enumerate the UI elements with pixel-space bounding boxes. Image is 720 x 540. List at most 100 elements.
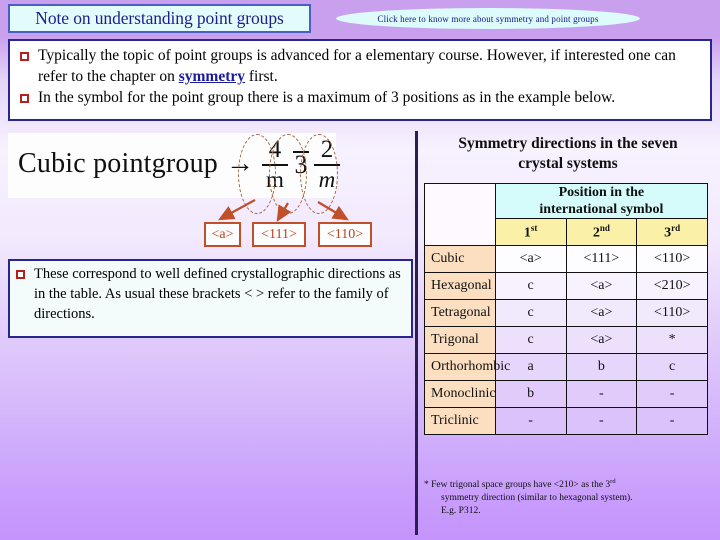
bullet-text: Typically the topic of point groups is a… <box>38 45 704 87</box>
cell-trigonal-2nd: <a> <box>565 326 638 354</box>
table-corner-blank <box>424 183 496 246</box>
cell-hexagonal-3rd: <210> <box>636 272 708 300</box>
footnote-ordinal-sup: rd <box>610 478 616 485</box>
slide-canvas: Note on understanding point groups Click… <box>0 0 720 540</box>
bullet-text-post: first. <box>245 68 278 85</box>
formula-position-1: 4 m <box>261 136 288 192</box>
list-item: These correspond to well defined crystal… <box>12 264 407 324</box>
cell-trigonal-3rd: * <box>636 326 708 354</box>
arrow-to-111 <box>276 202 292 222</box>
direction-box-a-label: <a> <box>211 226 234 242</box>
bullet-square-icon <box>20 52 29 61</box>
cell-monoclinic-2nd: - <box>565 380 638 408</box>
direction-box-111: <111> <box>252 222 306 247</box>
ordinal-3-sup: rd <box>671 222 681 233</box>
table-header-row-group: Position in the international symbol <box>424 183 709 246</box>
cell-monoclinic-3rd: - <box>636 380 708 408</box>
ordinal-2-num: 2 <box>592 225 600 241</box>
fraction-bar-icon <box>261 164 288 166</box>
formula-pos2-symbol: 3 <box>294 149 308 179</box>
cell-tetragonal-3rd: <110> <box>636 299 708 327</box>
row-label-orthorhombic: Orthorhombic <box>424 353 510 381</box>
direction-box-a: <a> <box>204 222 241 247</box>
footnote-line-3: E.g. P312. <box>441 506 481 517</box>
list-item: Typically the topic of point groups is a… <box>16 45 704 87</box>
page-title-text: Note on understanding point groups <box>35 8 284 28</box>
directions-note-panel: These correspond to well defined crystal… <box>8 259 413 338</box>
click-here-label: Click here to know more about symmetry a… <box>377 13 599 24</box>
cell-cubic-2nd: <111> <box>565 245 638 273</box>
table-header-position-line2: international symbol <box>539 202 664 217</box>
bullet-text-pre: Typically the topic of point groups is a… <box>38 47 676 85</box>
table-row: Trigonal c <a> * <box>424 326 708 354</box>
table-footnote: * Few trigonal space groups have <210> a… <box>424 475 712 518</box>
arrow-to-a <box>217 198 256 221</box>
panel-divider <box>415 131 418 535</box>
row-label-hexagonal: Hexagonal <box>424 272 496 300</box>
ordinal-1-num: 1 <box>523 225 531 241</box>
cell-trigonal-1st: c <box>494 326 567 354</box>
cell-hexagonal-2nd: <a> <box>565 272 638 300</box>
row-label-tetragonal: Tetragonal <box>424 299 496 327</box>
table-header-3rd: 3rd <box>636 218 708 246</box>
ordinal-1-sup: st <box>530 222 538 233</box>
cell-cubic-1st: <a> <box>494 245 567 273</box>
formula-expression: Cubic pointgroup → 4 m 3 2 m <box>18 137 342 191</box>
footnote-line-2: symmetry direction (similar to hexagonal… <box>441 493 633 504</box>
table-title: Symmetry directions in the seven crystal… <box>424 134 712 174</box>
table-row: Tetragonal c <a> <110> <box>424 299 708 327</box>
formula-pos3-denominator: m <box>318 167 336 192</box>
direction-box-110: <110> <box>318 222 372 247</box>
direction-box-110-label: <110> <box>326 226 364 242</box>
table-row: Hexagonal c <a> <210> <box>424 272 708 300</box>
formula-pos1-numerator: 4 <box>268 136 282 163</box>
cell-cubic-3rd: <110> <box>636 245 708 273</box>
cell-triclinic-2nd: - <box>565 407 638 435</box>
table-title-line2: crystal systems <box>518 155 618 172</box>
cubic-pointgroup-formula-panel: Cubic pointgroup → 4 m 3 2 m <box>8 133 340 198</box>
footnote-line1-text: * Few trigonal space groups have <210> a… <box>424 480 611 491</box>
click-here-link-oval[interactable]: Click here to know more about symmetry a… <box>336 8 640 29</box>
table-row: Cubic <a> <111> <110> <box>424 245 708 273</box>
table-header-1st: 1st <box>494 218 567 246</box>
table-row: Monoclinic b - - <box>424 380 708 408</box>
cell-tetragonal-1st: c <box>494 299 567 327</box>
note-bullet-text: These correspond to well defined crystal… <box>34 266 401 322</box>
fraction-bar-icon <box>313 164 340 166</box>
cell-triclinic-3rd: - <box>636 407 708 435</box>
row-label-cubic: Cubic <box>424 245 496 273</box>
table-header-position-line1: Position in the <box>558 185 645 200</box>
row-label-monoclinic: Monoclinic <box>424 380 496 408</box>
main-notes-panel: Typically the topic of point groups is a… <box>8 39 712 121</box>
list-item: In the symbol for the point group there … <box>16 87 704 108</box>
cell-triclinic-1st: - <box>494 407 567 435</box>
symmetry-link[interactable]: symmetry <box>179 68 245 85</box>
table-title-line1: Symmetry directions in the seven <box>458 135 678 152</box>
arrow-to-110 <box>317 201 349 221</box>
cell-orthorhombic-2nd: b <box>565 353 638 381</box>
bullet-square-icon <box>16 270 25 279</box>
row-label-triclinic: Triclinic <box>424 407 496 435</box>
formula-pos1-denominator: m <box>266 167 284 192</box>
table-header-2nd: 2nd <box>565 218 638 246</box>
ordinal-2-sup: nd <box>599 222 610 233</box>
page-title: Note on understanding point groups <box>8 4 311 33</box>
formula-lead-label: Cubic pointgroup <box>18 148 218 179</box>
cell-tetragonal-2nd: <a> <box>565 299 638 327</box>
cell-orthorhombic-3rd: c <box>636 353 708 381</box>
bullet-text: In the symbol for the point group there … <box>38 89 616 106</box>
table-row: Triclinic - - - <box>424 407 708 435</box>
cell-monoclinic-1st: b <box>494 380 567 408</box>
table-row: Orthorhombic a b c <box>424 353 708 381</box>
formula-pos3-numerator: 2 <box>320 136 334 163</box>
footnote-line-1: * Few trigonal space groups have <210> a… <box>424 475 712 492</box>
symmetry-directions-table: Position in the international symbol 1st… <box>424 183 709 435</box>
formula-position-2: 3 <box>292 149 309 179</box>
right-arrow-icon: → <box>225 148 254 179</box>
table-header-position-group: Position in the international symbol <box>494 183 709 219</box>
formula-position-3: 2 m <box>313 136 340 192</box>
row-label-trigonal: Trigonal <box>424 326 496 354</box>
direction-box-111-label: <111> <box>261 226 297 242</box>
cell-hexagonal-1st: c <box>494 272 567 300</box>
bullet-square-icon <box>20 94 29 103</box>
